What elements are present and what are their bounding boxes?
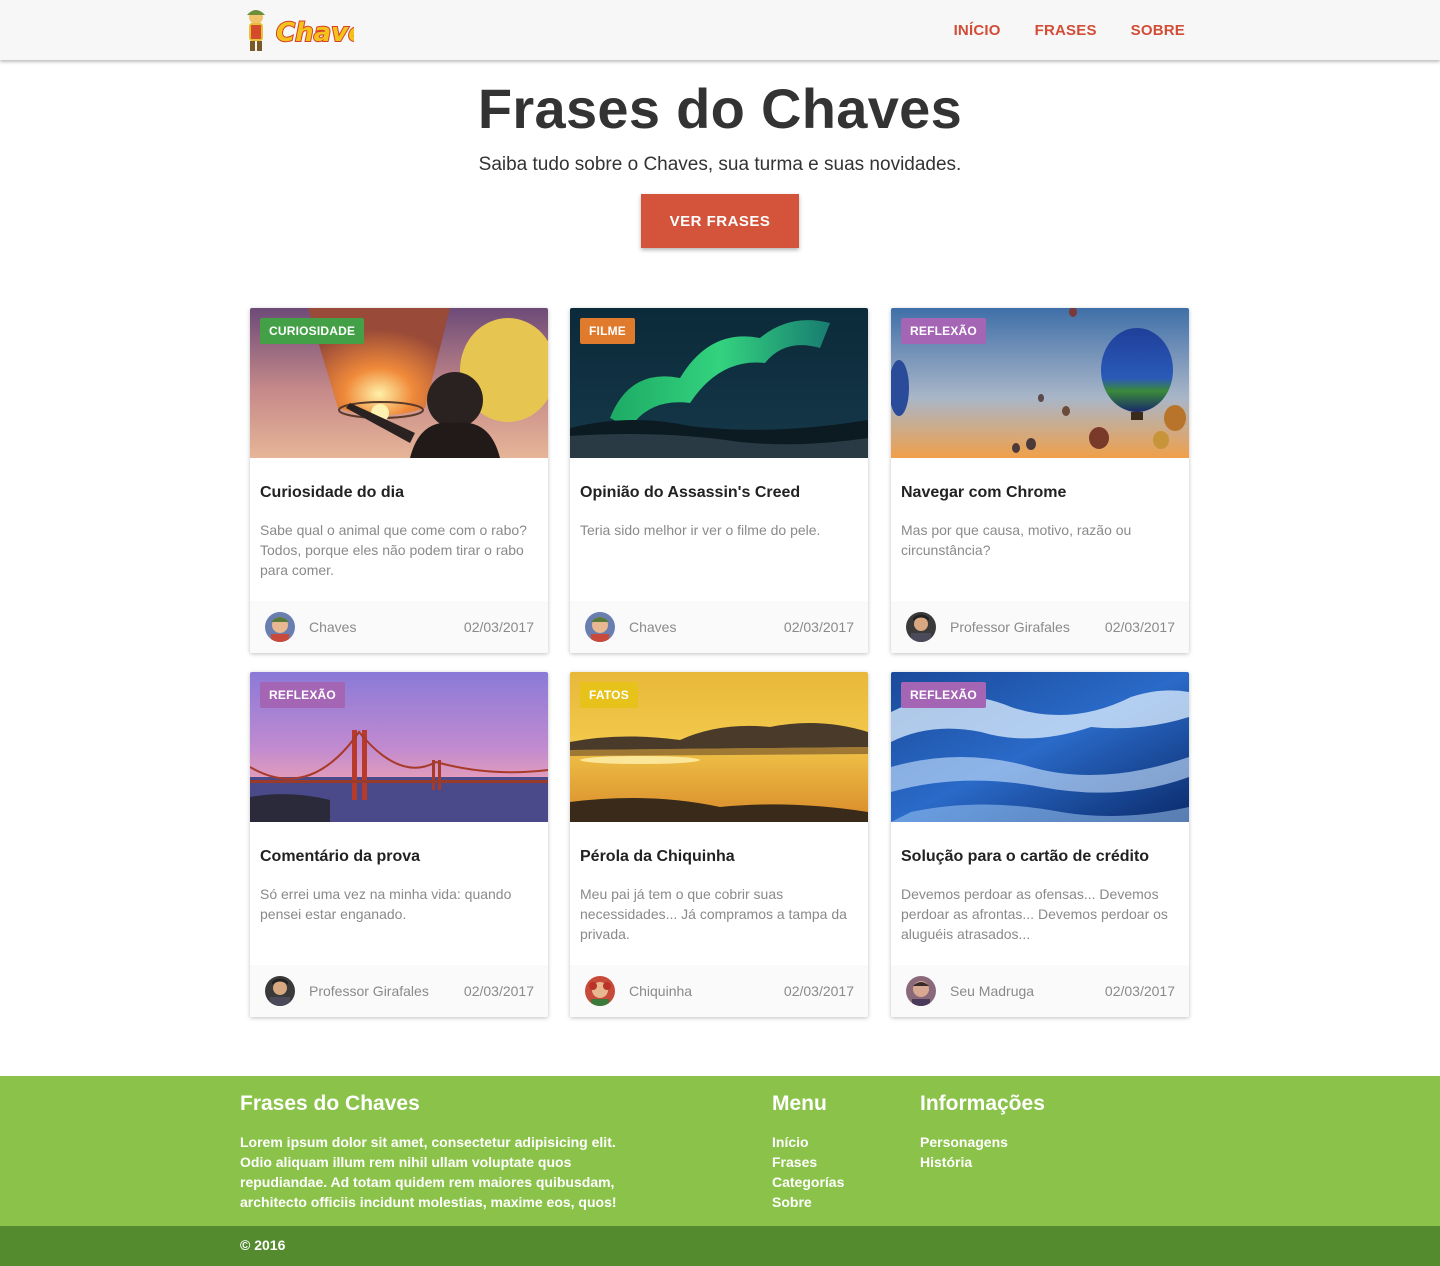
- card-footer: Chiquinha 02/03/2017: [570, 965, 868, 1017]
- ver-frases-button[interactable]: VER FRASES: [641, 194, 799, 248]
- category-badge[interactable]: CURIOSIDADE: [260, 318, 365, 344]
- category-badge[interactable]: FILME: [580, 318, 635, 344]
- nav-frases-link[interactable]: FRASES: [1035, 22, 1097, 39]
- category-badge[interactable]: REFLEXÃO: [901, 682, 986, 708]
- category-badge[interactable]: FATOS: [580, 682, 638, 708]
- post-card[interactable]: CURIOSIDADE Curiosidade do dia Sabe qual…: [250, 308, 548, 653]
- post-card[interactable]: FATOS Pérola da Chiquinha Meu pai já tem…: [570, 672, 868, 1017]
- author-avatar: [585, 612, 615, 642]
- category-badge[interactable]: REFLEXÃO: [901, 318, 986, 344]
- card-excerpt: Teria sido melhor ir ver o filme do pele…: [580, 522, 821, 538]
- card-title[interactable]: Pérola da Chiquinha: [580, 848, 735, 866]
- author-name[interactable]: Chaves: [309, 619, 356, 635]
- footer-menu-list: Início Frases Categorías Sobre: [772, 1132, 844, 1212]
- footer-link-frases[interactable]: Frases: [772, 1152, 844, 1172]
- footer-link-personagens[interactable]: Personagens: [920, 1132, 1008, 1152]
- footer-link-historia[interactable]: História: [920, 1152, 1008, 1172]
- card-title[interactable]: Solução para o cartão de crédito: [901, 848, 1149, 866]
- author-name[interactable]: Seu Madruga: [950, 983, 1034, 999]
- author-avatar: [585, 976, 615, 1006]
- page-title: Frases do Chaves: [477, 77, 963, 140]
- nav-sobre-link[interactable]: SOBRE: [1131, 22, 1185, 39]
- post-card[interactable]: REFLEXÃO Navegar com Chrome Mas por que …: [891, 308, 1189, 653]
- card-title[interactable]: Comentário da prova: [260, 848, 420, 866]
- footer-info-title: Informações: [920, 1092, 1045, 1115]
- card-title[interactable]: Opinião do Assassin's Creed: [580, 484, 800, 502]
- footer-link-sobre[interactable]: Sobre: [772, 1192, 844, 1212]
- author-name[interactable]: Professor Girafales: [309, 983, 429, 999]
- post-date: 02/03/2017: [463, 619, 534, 635]
- card-footer: Seu Madruga 02/03/2017: [891, 965, 1189, 1017]
- top-navbar: Chaves INÍCIO FRASES SOBRE: [0, 0, 1440, 60]
- author-avatar: [265, 612, 295, 642]
- card-footer: Chaves 02/03/2017: [250, 601, 548, 653]
- nav-inicio-link[interactable]: INÍCIO: [954, 22, 1001, 39]
- card-excerpt: Sabe qual o animal que come com o rabo? …: [260, 522, 527, 578]
- category-badge[interactable]: REFLEXÃO: [260, 682, 345, 708]
- copyright-text: © 2016: [240, 1237, 286, 1253]
- post-date: 02/03/2017: [783, 619, 854, 635]
- author-avatar: [906, 976, 936, 1006]
- card-footer: Professor Girafales 02/03/2017: [250, 965, 548, 1017]
- copyright-bar: © 2016: [0, 1226, 1440, 1266]
- author-avatar: [906, 612, 936, 642]
- author-name[interactable]: Professor Girafales: [950, 619, 1070, 635]
- card-excerpt: Devemos perdoar as ofensas... Devemos pe…: [901, 886, 1168, 942]
- footer-menu-title: Menu: [772, 1092, 827, 1115]
- footer-link-categorias[interactable]: Categorías: [772, 1172, 844, 1192]
- author-avatar: [265, 976, 295, 1006]
- page-subtitle: Saiba tudo sobre o Chaves, sua turma e s…: [478, 154, 962, 175]
- card-title[interactable]: Curiosidade do dia: [260, 484, 404, 502]
- card-excerpt: Mas por que causa, motivo, razão ou circ…: [901, 522, 1132, 558]
- footer-link-inicio[interactable]: Início: [772, 1132, 844, 1152]
- post-date: 02/03/2017: [1104, 619, 1175, 635]
- card-footer: Chaves 02/03/2017: [570, 601, 868, 653]
- card-footer: Professor Girafales 02/03/2017: [891, 601, 1189, 653]
- main-nav: INÍCIO FRASES SOBRE: [954, 0, 1185, 60]
- svg-text:Chaves: Chaves: [276, 18, 354, 48]
- post-card[interactable]: FILME Opinião do Assassin's Creed Teria …: [570, 308, 868, 653]
- author-name[interactable]: Chiquinha: [629, 983, 692, 999]
- post-card[interactable]: REFLEXÃO Comentário da prova Só errei um…: [250, 672, 548, 1017]
- footer-description: Lorem ipsum dolor sit amet, consectetur …: [240, 1134, 617, 1210]
- post-card[interactable]: REFLEXÃO Solução para o cartão de crédit…: [891, 672, 1189, 1017]
- author-name[interactable]: Chaves: [629, 619, 676, 635]
- footer-info-list: Personagens História: [920, 1132, 1008, 1172]
- card-excerpt: Só errei uma vez na minha vida: quando p…: [260, 886, 512, 922]
- site-footer: Frases do Chaves Lorem ipsum dolor sit a…: [0, 1076, 1440, 1226]
- card-excerpt: Meu pai já tem o que cobrir suas necessi…: [580, 886, 847, 942]
- chaves-logo[interactable]: Chaves: [240, 5, 382, 57]
- post-date: 02/03/2017: [783, 983, 854, 999]
- footer-title: Frases do Chaves: [240, 1092, 420, 1115]
- card-title[interactable]: Navegar com Chrome: [901, 484, 1066, 502]
- post-date: 02/03/2017: [1104, 983, 1175, 999]
- post-date: 02/03/2017: [463, 983, 534, 999]
